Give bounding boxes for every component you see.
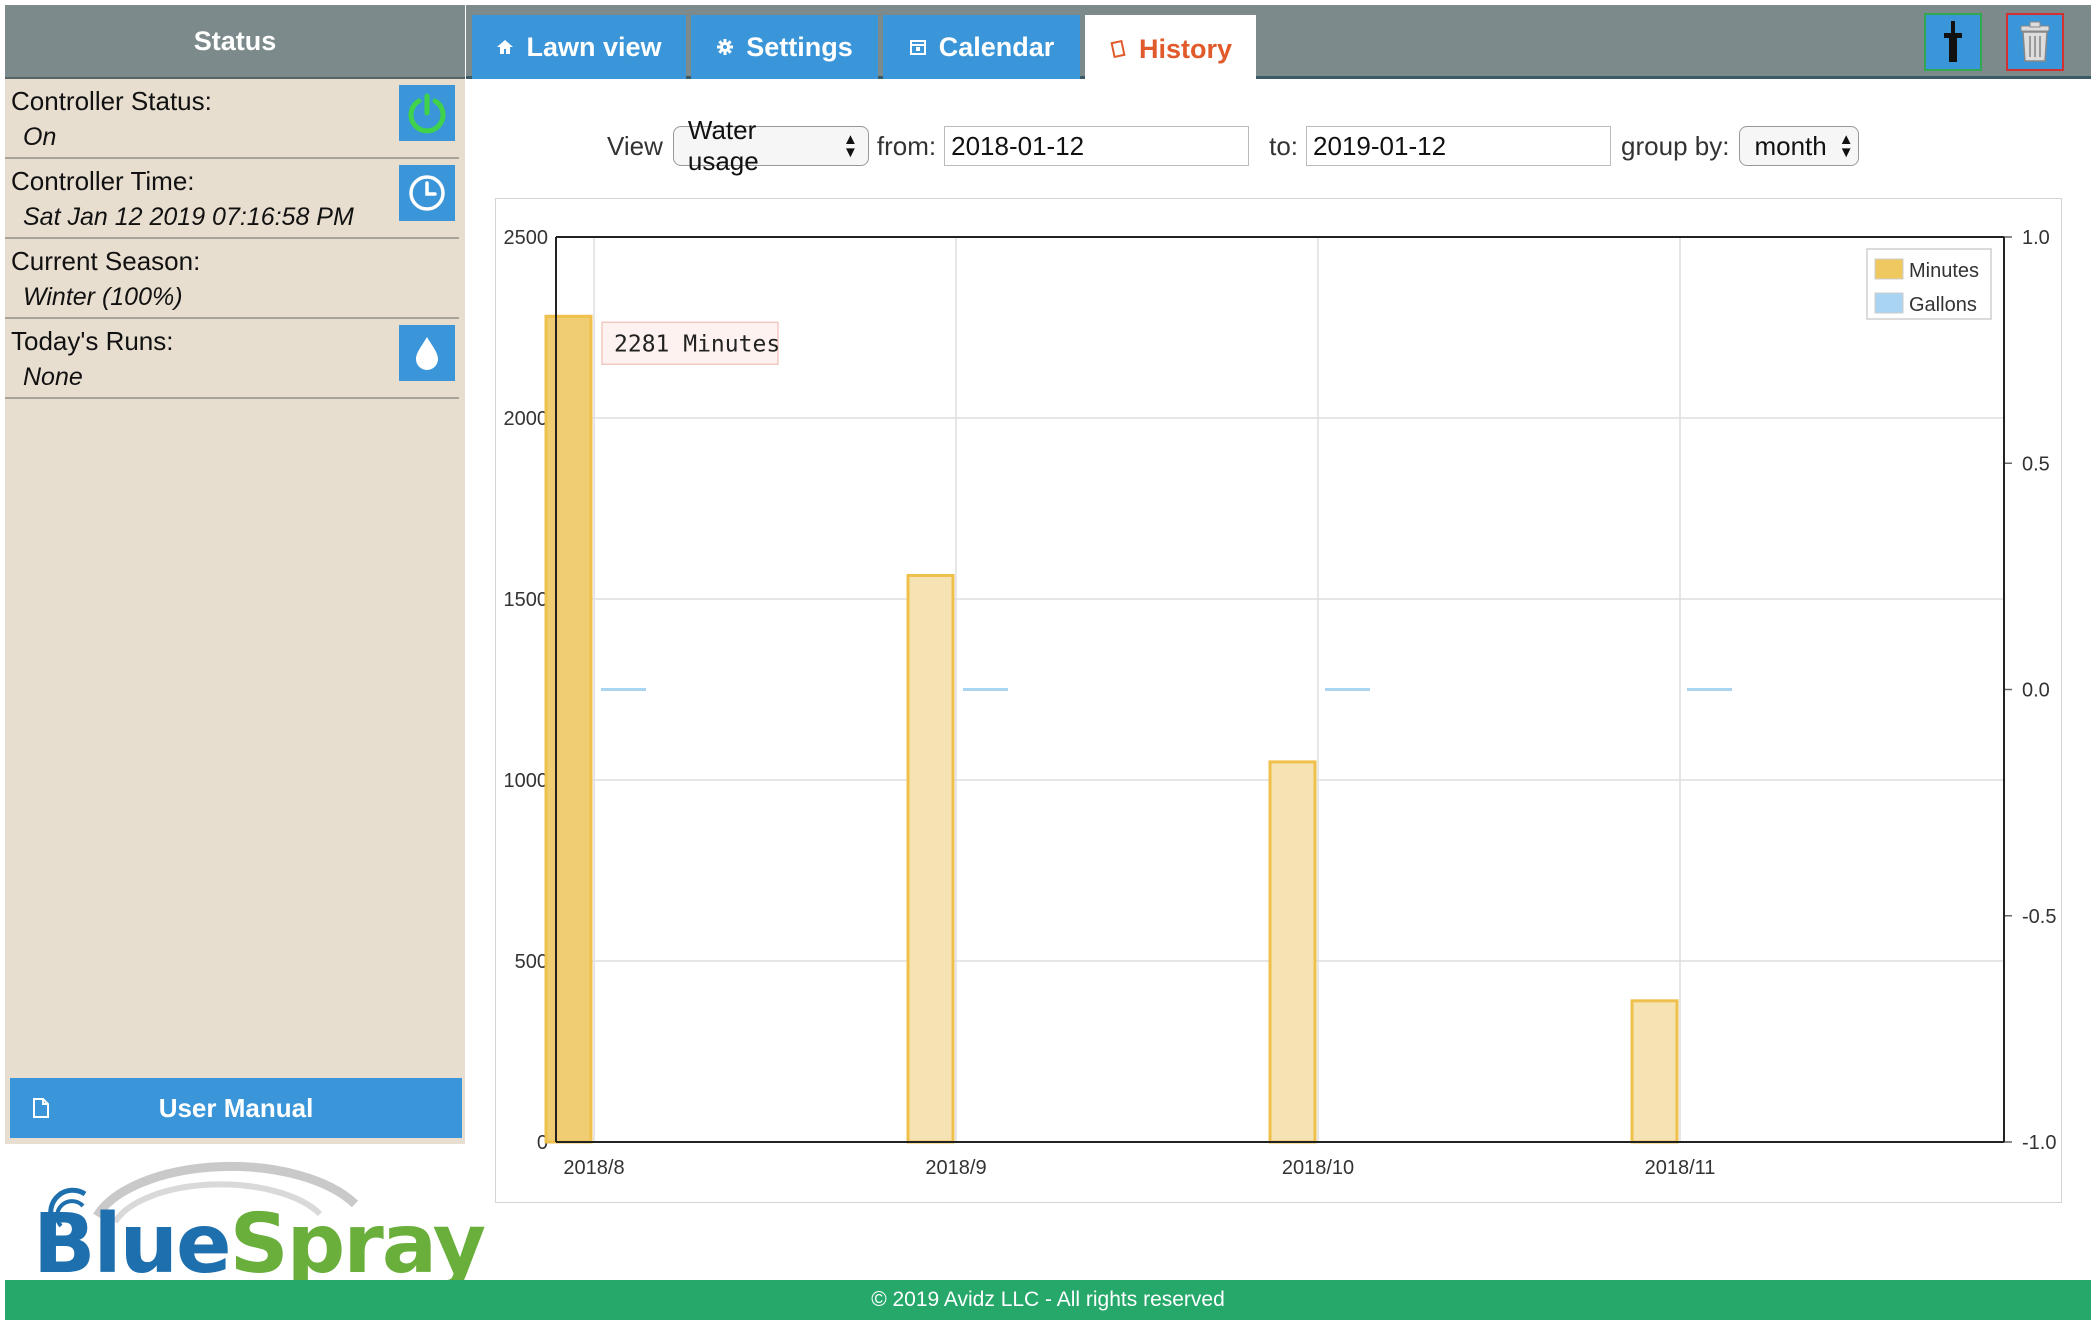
gear-icon bbox=[717, 39, 734, 55]
calendar-icon bbox=[909, 40, 926, 55]
footer: © 2019 Avidz LLC - All rights reserved bbox=[5, 1280, 2091, 1320]
history-icon bbox=[1110, 40, 1126, 58]
view-label: View bbox=[607, 130, 663, 161]
select-arrows-icon: ▲ ▼ bbox=[843, 131, 858, 161]
water-usage-chart: 0 500 1000 1500 2000 2500 -1.0 -0.5 0.0 0.5 1.0 201… bbox=[495, 198, 2062, 1203]
user-manual-label: User Manual bbox=[158, 1092, 314, 1123]
tab-history-label: History bbox=[1138, 33, 1233, 64]
y-right-tick-label: 1.0 bbox=[2022, 227, 2050, 249]
controller-status-value: On bbox=[23, 123, 57, 151]
document-icon bbox=[33, 1098, 49, 1118]
logo-wordmark: BlueSpray bbox=[33, 1197, 486, 1292]
bar-minutes bbox=[906, 573, 955, 1144]
y-right-tick-label: 0.0 bbox=[2022, 680, 2050, 702]
chart-tooltip-text: 2281 Minutes bbox=[614, 331, 780, 357]
current-season-value: Winter (100%) bbox=[23, 283, 183, 311]
tab-lawn-view[interactable]: Lawn view bbox=[472, 15, 686, 79]
current-season-row: Current Season: Winter (100%) bbox=[5, 239, 459, 319]
set-time-button[interactable] bbox=[399, 165, 455, 221]
y-left-tick-label: 2000 bbox=[504, 408, 549, 430]
history-filter-bar: View Water usage ▲▼ from: to: group by: … bbox=[607, 115, 1860, 176]
from-date-input[interactable] bbox=[944, 126, 1250, 166]
trash-icon bbox=[2020, 21, 2050, 62]
bar-minutes bbox=[544, 314, 593, 1144]
controller-status-row: Controller Status: On bbox=[5, 79, 459, 159]
sprinkler-icon bbox=[1944, 21, 1962, 62]
todays-runs-row: Today's Runs: None bbox=[5, 319, 459, 399]
select-arrows-icon: ▲ ▼ bbox=[1838, 131, 1854, 161]
water-drop-icon bbox=[416, 337, 438, 370]
home-icon bbox=[497, 40, 514, 54]
to-date-input[interactable] bbox=[1306, 126, 1612, 166]
tab-calendar[interactable]: Calendar bbox=[883, 15, 1080, 79]
group-by-select[interactable]: month ▲ ▼ bbox=[1739, 126, 1860, 166]
view-select-value: Water usage bbox=[687, 115, 759, 176]
y-left-tick-label: 2500 bbox=[504, 227, 549, 249]
delete-history-button[interactable] bbox=[2006, 13, 2064, 71]
to-label: to: bbox=[1269, 130, 1299, 161]
legend-swatch bbox=[1874, 292, 1904, 314]
view-select[interactable]: Water usage ▲ ▼ bbox=[672, 115, 869, 176]
legend-label: Gallons bbox=[1909, 294, 1977, 316]
power-icon bbox=[408, 93, 446, 134]
sidebar-title: Status bbox=[5, 5, 465, 79]
y-right-tick-label: -1.0 bbox=[2022, 1132, 2056, 1154]
tab-lawn-view-label: Lawn view bbox=[526, 31, 662, 62]
bluespray-logo: BlueSpray bbox=[5, 1144, 486, 1286]
controller-status-label: Controller Status: bbox=[11, 86, 212, 116]
tab-settings[interactable]: Settings bbox=[691, 15, 878, 79]
y-left-tick-label: 1500 bbox=[504, 589, 549, 611]
main-tab-bar: Lawn view Settings Calendar History bbox=[466, 5, 2091, 83]
y-right-tick-label: 0.5 bbox=[2022, 453, 2050, 475]
controller-time-value: Sat Jan 12 2019 07:16:58 PM bbox=[23, 203, 354, 231]
y-right-tick-label: -0.5 bbox=[2022, 906, 2056, 928]
todays-runs-value: None bbox=[23, 363, 83, 391]
controller-time-row: Controller Time: Sat Jan 12 2019 07:16:5… bbox=[5, 159, 459, 239]
clock-icon bbox=[409, 175, 445, 211]
power-button[interactable] bbox=[399, 85, 455, 141]
tab-calendar-label: Calendar bbox=[938, 31, 1055, 62]
y-left-tick-label: 500 bbox=[515, 951, 548, 973]
copyright-text: © 2019 Avidz LLC - All rights reserved bbox=[871, 1288, 1225, 1311]
x-tick-label: 2018/9 bbox=[925, 1157, 986, 1179]
group-by-label: group by: bbox=[1621, 130, 1730, 161]
x-tick-label: 2018/11 bbox=[1645, 1157, 1716, 1179]
bar-minutes bbox=[1630, 999, 1679, 1144]
tab-settings-label: Settings bbox=[746, 31, 853, 62]
run-now-button[interactable] bbox=[399, 325, 455, 381]
y-left-tick-label: 1000 bbox=[504, 770, 549, 792]
legend-swatch bbox=[1874, 258, 1904, 280]
status-sidebar: Status Controller Status: On Controller … bbox=[5, 5, 486, 1286]
chart-canvas: 05001000150020002500-1.0-0.50.00.51.0201… bbox=[504, 227, 2057, 1179]
sprinkler-button[interactable] bbox=[1924, 13, 1982, 71]
current-season-label: Current Season: bbox=[11, 246, 201, 276]
tab-history[interactable]: History bbox=[1085, 15, 1256, 83]
x-tick-label: 2018/10 bbox=[1282, 1157, 1354, 1179]
bar-minutes bbox=[1268, 760, 1317, 1144]
todays-runs-label: Today's Runs: bbox=[11, 326, 174, 356]
x-tick-label: 2018/8 bbox=[563, 1157, 624, 1179]
from-label: from: bbox=[876, 130, 937, 161]
legend-label: Minutes bbox=[1909, 260, 1979, 282]
group-by-select-value: month bbox=[1754, 130, 1827, 161]
user-manual-button[interactable]: User Manual bbox=[10, 1078, 462, 1138]
controller-time-label: Controller Time: bbox=[11, 166, 195, 196]
